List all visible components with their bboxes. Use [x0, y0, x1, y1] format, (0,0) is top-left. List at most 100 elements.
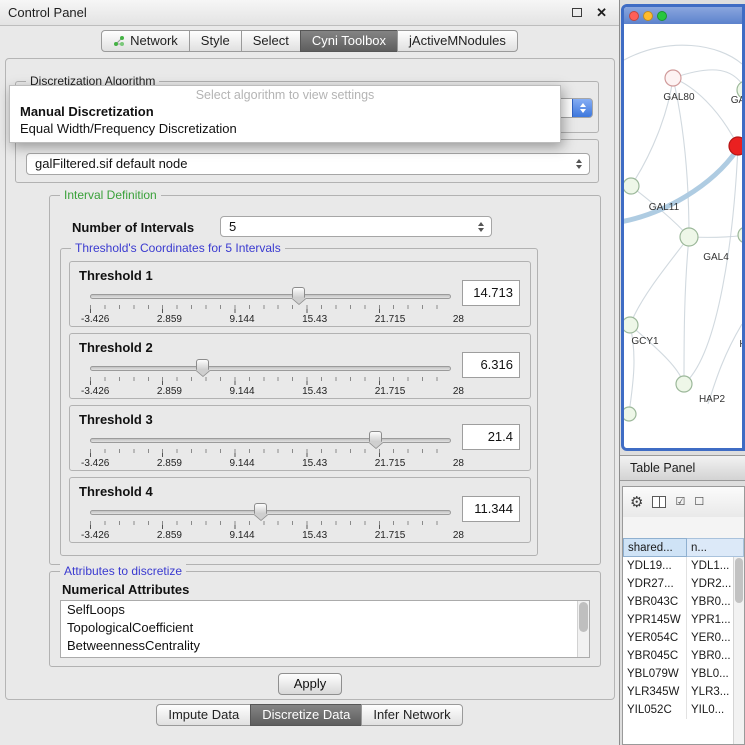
threshold-2-label: Threshold 2: [79, 340, 153, 355]
tick-label: 2.859: [157, 314, 182, 325]
tab-discretize-data[interactable]: Discretize Data: [250, 704, 362, 726]
threshold-1-label: Threshold 1: [79, 268, 153, 283]
table-row[interactable]: YBL079W YBL0...: [623, 665, 733, 683]
dropdown-placeholder: Select algorithm to view settings: [10, 86, 560, 103]
table-cell: YDL1...: [687, 557, 733, 575]
table-toolbar: ⚙ ☑ ☐: [623, 487, 744, 517]
attributes-list[interactable]: SelfLoopsTopologicalCoefficientBetweenne…: [60, 600, 590, 658]
network-edge: [684, 237, 689, 384]
list-item[interactable]: TopologicalCoefficient: [61, 619, 589, 637]
threshold-4-value-field[interactable]: 11.344: [462, 496, 520, 522]
network-node[interactable]: [624, 178, 639, 194]
list-item[interactable]: SelfLoops: [61, 601, 589, 619]
tick-label: 15.43: [302, 458, 327, 469]
tick-label: 2.859: [157, 386, 182, 397]
select-all-icon[interactable]: ☑: [675, 497, 685, 508]
tab-jactivemnodules[interactable]: jActiveMNodules: [397, 30, 518, 52]
column-header[interactable]: n...: [687, 538, 744, 557]
network-edge: [630, 237, 689, 325]
node-label: GAL4: [703, 252, 729, 263]
column-header[interactable]: shared...: [623, 538, 687, 557]
thresholds-group-title: Threshold's Coordinates for 5 Intervals: [71, 241, 285, 256]
apply-button[interactable]: Apply: [278, 673, 342, 695]
threshold-2-value-field[interactable]: 6.316: [462, 352, 520, 378]
slider-track[interactable]: [90, 294, 451, 299]
table-cell: YIL052C: [623, 701, 687, 719]
slider-thumb[interactable]: [196, 359, 209, 370]
tab-infer-network[interactable]: Infer Network: [361, 704, 462, 726]
threshold-3-slider[interactable]: -3.4262.8599.14415.4321.71528: [90, 434, 451, 468]
zoom-traffic-light[interactable]: [657, 11, 667, 21]
table-data-combo[interactable]: galFiltered.sif default node: [26, 153, 590, 175]
slider-track[interactable]: [90, 510, 451, 515]
table-scrollbar[interactable]: [733, 557, 744, 744]
thresholds-group: Threshold's Coordinates for 5 Intervals …: [60, 248, 538, 556]
close-icon[interactable]: ✕: [596, 5, 607, 21]
tab-impute-data[interactable]: Impute Data: [156, 704, 251, 726]
table-row[interactable]: YIL052C YIL0...: [623, 701, 733, 719]
network-node[interactable]: [624, 407, 636, 421]
network-node[interactable]: [680, 228, 698, 246]
tab-label: Network: [130, 31, 178, 51]
tab-style[interactable]: Style: [189, 30, 242, 52]
table-row[interactable]: YPR145W YPR1...: [623, 611, 733, 629]
columns-icon[interactable]: [652, 496, 666, 508]
tick-label: 28: [453, 314, 464, 325]
table-row[interactable]: YER054C YER0...: [623, 629, 733, 647]
threshold-3-box: Threshold 3 -3.4262.8599.14415.4321.7152…: [69, 405, 531, 471]
tick-label: 2.859: [157, 530, 182, 541]
slider-thumb[interactable]: [254, 503, 267, 514]
threshold-2-slider[interactable]: -3.4262.8599.14415.4321.71528: [90, 362, 451, 396]
scrollbar-thumb[interactable]: [735, 558, 743, 603]
combo-arrows-icon: [478, 222, 484, 232]
tick-label: 21.715: [375, 458, 406, 469]
network-node[interactable]: [729, 137, 742, 155]
unselect-all-icon[interactable]: ☐: [694, 497, 704, 508]
network-node[interactable]: [738, 227, 742, 243]
slider-track[interactable]: [90, 438, 451, 443]
tab-select[interactable]: Select: [241, 30, 301, 52]
threshold-3-value-field[interactable]: 21.4: [462, 424, 520, 450]
tick-label: 15.43: [302, 386, 327, 397]
float-panel-icon[interactable]: [572, 8, 582, 17]
menu-item-manual-discretization[interactable]: Manual Discretization: [10, 103, 560, 120]
threshold-1-value-field[interactable]: 14.713: [462, 280, 520, 306]
tab-network[interactable]: Network: [101, 30, 190, 52]
table-cell: YBR0...: [687, 593, 733, 611]
minimize-traffic-light[interactable]: [643, 11, 653, 21]
threshold-1-slider[interactable]: -3.4262.8599.14415.4321.71528: [90, 290, 451, 324]
bottom-tab-bar: Impute Data Discretize Data Infer Networ…: [0, 704, 619, 726]
table-row[interactable]: YDR27... YDR2...: [623, 575, 733, 593]
table-cell: YIL0...: [687, 701, 733, 719]
slider-thumb[interactable]: [369, 431, 382, 442]
list-item[interactable]: BetweennessCentrality: [61, 637, 589, 655]
network-node[interactable]: [665, 70, 681, 86]
threshold-4-slider[interactable]: -3.4262.8599.14415.4321.71528: [90, 506, 451, 540]
table-data-group: Table Data galFiltered.sif default node: [15, 139, 599, 183]
tick-label: 9.144: [230, 458, 255, 469]
algorithm-dropdown-menu: Select algorithm to view settings Manual…: [9, 85, 561, 143]
table-cell: YER0...: [687, 629, 733, 647]
scrollbar-thumb[interactable]: [579, 602, 588, 632]
table-row[interactable]: YBR045C YBR0...: [623, 647, 733, 665]
table-row[interactable]: YLR345W YLR3...: [623, 683, 733, 701]
menu-item-equal-width-frequency[interactable]: Equal Width/Frequency Discretization: [10, 120, 560, 137]
network-svg: GAL80GAGAL11GAL4GCY1HHAP2: [624, 24, 742, 448]
table-panel-bar: Table Panel: [620, 455, 745, 481]
network-canvas[interactable]: GAL80GAGAL11GAL4GCY1HHAP2: [624, 24, 742, 448]
slider-thumb[interactable]: [292, 287, 305, 298]
table-row[interactable]: YBR043C YBR0...: [623, 593, 733, 611]
slider-track[interactable]: [90, 366, 451, 371]
num-intervals-combo[interactable]: 5: [220, 216, 492, 237]
table-row[interactable]: YDL19... YDL1...: [623, 557, 733, 575]
control-panel-titlebar: Control Panel ✕: [0, 0, 619, 26]
close-traffic-light[interactable]: [629, 11, 639, 21]
gear-icon[interactable]: ⚙: [630, 495, 643, 510]
list-scrollbar[interactable]: [577, 601, 589, 657]
network-edge-highlighted: [624, 150, 737, 222]
threshold-2-box: Threshold 2 -3.4262.8599.14415.4321.7152…: [69, 333, 531, 399]
network-node[interactable]: [676, 376, 692, 392]
network-node[interactable]: [624, 317, 638, 333]
table-cell: YBR043C: [623, 593, 687, 611]
tab-cyni-toolbox[interactable]: Cyni Toolbox: [300, 30, 398, 52]
